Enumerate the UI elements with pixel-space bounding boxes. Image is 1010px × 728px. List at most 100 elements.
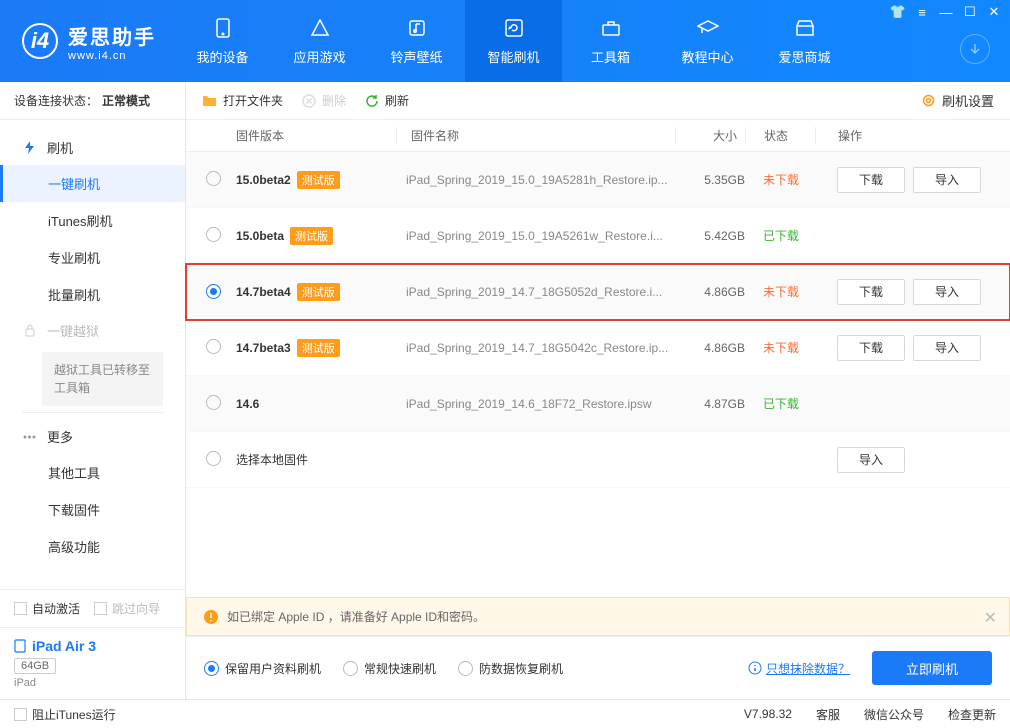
nav-smart-flash[interactable]: 智能刷机 <box>465 0 562 82</box>
more-icon <box>22 429 37 444</box>
col-status-header: 状态 <box>745 127 815 144</box>
nav-tutorials[interactable]: 教程中心 <box>659 0 756 82</box>
refresh-button[interactable]: 刷新 <box>364 92 409 109</box>
sidebar-item-advanced[interactable]: 高级功能 <box>0 528 185 565</box>
sidebar-group-more[interactable]: 更多 <box>0 419 185 454</box>
firmware-size: 5.35GB <box>675 173 745 187</box>
music-icon <box>406 17 428 39</box>
firmware-status: 未下载 <box>745 283 815 300</box>
sidebar-item-pro[interactable]: 专业刷机 <box>0 239 185 276</box>
brand-logo: i4 爱思助手 www.i4.cn <box>0 21 174 62</box>
sidebar-options-row: 自动激活 跳过向导 <box>0 590 185 628</box>
firmware-size: 5.42GB <box>675 229 745 243</box>
open-folder-button[interactable]: 打开文件夹 <box>202 92 283 109</box>
firmware-status: 未下载 <box>745 339 815 356</box>
download-button[interactable]: 下载 <box>837 167 905 193</box>
firmware-row[interactable]: 14.7beta4测试版 iPad_Spring_2019_14.7_18G50… <box>186 264 1010 320</box>
firmware-status: 已下载 <box>745 395 815 412</box>
folder-icon <box>202 93 217 108</box>
download-button[interactable]: 下载 <box>837 279 905 305</box>
window-maximize-icon[interactable]: ☐ <box>962 4 978 20</box>
firmware-version: 15.0beta <box>236 229 284 243</box>
gear-icon <box>921 93 936 108</box>
import-button[interactable]: 导入 <box>837 447 905 473</box>
download-manager-button[interactable] <box>960 34 990 64</box>
block-itunes-checkbox[interactable]: 阻止iTunes运行 <box>14 706 116 723</box>
footer-wechat-link[interactable]: 微信公众号 <box>864 706 924 723</box>
firmware-filename: iPad_Spring_2019_15.0_19A5281h_Restore.i… <box>396 173 675 187</box>
apps-icon <box>309 17 331 39</box>
sidebar-group-jailbreak: 一键越狱 <box>0 313 185 348</box>
footer-service-link[interactable]: 客服 <box>816 706 840 723</box>
window-minimize-icon[interactable]: — <box>938 4 954 20</box>
brand-url: www.i4.cn <box>68 50 156 62</box>
radio-icon <box>458 661 473 676</box>
row-radio[interactable] <box>206 339 221 354</box>
firmware-row[interactable]: 14.7beta3测试版 iPad_Spring_2019_14.7_18G50… <box>186 320 1010 376</box>
firmware-row[interactable]: 14.6 iPad_Spring_2019_14.6_18F72_Restore… <box>186 376 1010 432</box>
firmware-filename: iPad_Spring_2019_14.6_18F72_Restore.ipsw <box>396 397 675 411</box>
nav-store[interactable]: 爱思商城 <box>756 0 853 82</box>
brand-name: 爱思助手 <box>68 21 156 50</box>
firmware-row[interactable]: 15.0beta 测试版 iPad_Spring_2019_15.0_19A526… <box>186 208 1010 264</box>
firmware-filename: iPad_Spring_2019_15.0_19A5261w_Restore.i… <box>396 229 675 243</box>
firmware-version: 14.7beta3 <box>236 341 291 355</box>
sidebar-item-itunes[interactable]: iTunes刷机 <box>0 202 185 239</box>
flash-settings-button[interactable]: 刷机设置 <box>921 91 994 110</box>
download-button[interactable]: 下载 <box>837 335 905 361</box>
wipe-data-link[interactable]: 只想抹除数据？ <box>748 660 850 677</box>
footer-update-link[interactable]: 检查更新 <box>948 706 996 723</box>
nav-app-games[interactable]: 应用游戏 <box>271 0 368 82</box>
firmware-filename: iPad_Spring_2019_14.7_18G5042c_Restore.i… <box>396 341 675 355</box>
nav-ringtones[interactable]: 铃声壁纸 <box>368 0 465 82</box>
window-menu-icon[interactable]: ≡ <box>914 4 930 20</box>
skip-guide-checkbox[interactable]: 跳过向导 <box>94 600 160 617</box>
sidebar-item-batch[interactable]: 批量刷机 <box>0 276 185 313</box>
beta-badge: 测试版 <box>290 227 333 245</box>
window-shirt-icon[interactable]: 👕 <box>890 4 906 20</box>
radio-icon <box>343 661 358 676</box>
connection-status: 设备连接状态： 正常模式 <box>0 82 185 120</box>
import-button[interactable]: 导入 <box>913 335 981 361</box>
firmware-size: 4.87GB <box>675 397 745 411</box>
table-header: 固件版本 固件名称 大小 状态 操作 <box>186 120 1010 152</box>
row-radio[interactable] <box>206 395 221 410</box>
nav-toolbox[interactable]: 工具箱 <box>562 0 659 82</box>
firmware-version: 14.7beta4 <box>236 285 291 299</box>
sidebar-group-flash[interactable]: 刷机 <box>0 130 185 165</box>
import-button[interactable]: 导入 <box>913 279 981 305</box>
firmware-size: 4.86GB <box>675 341 745 355</box>
flash-now-button[interactable]: 立即刷机 <box>872 651 992 685</box>
sidebar: 设备连接状态： 正常模式 刷机 一键刷机 iTunes刷机 专业刷机 批量刷机 … <box>0 82 186 699</box>
info-icon <box>748 661 762 675</box>
device-name[interactable]: iPad Air 3 <box>14 638 171 654</box>
import-button[interactable]: 导入 <box>913 167 981 193</box>
lock-icon <box>22 323 37 338</box>
nav-my-device[interactable]: 我的设备 <box>174 0 271 82</box>
window-close-icon[interactable]: ✕ <box>986 4 1002 20</box>
firmware-row[interactable]: 15.0beta2测试版 iPad_Spring_2019_15.0_19A52… <box>186 152 1010 208</box>
sidebar-item-oneclick[interactable]: 一键刷机 <box>0 165 185 202</box>
flash-options-row: 保留用户资料刷机 常规快速刷机 防数据恢复刷机 只想抹除数据？ 立即刷机 <box>186 636 1010 699</box>
sidebar-item-other-tools[interactable]: 其他工具 <box>0 454 185 491</box>
row-radio[interactable] <box>206 284 221 299</box>
app-version: V7.98.32 <box>744 707 792 721</box>
col-action-header: 操作 <box>815 127 990 144</box>
auto-activate-checkbox[interactable]: 自动激活 <box>14 600 80 617</box>
app-header: i4 爱思助手 www.i4.cn 我的设备 应用游戏 铃声壁纸 智能刷机 工具… <box>0 0 1010 82</box>
sidebar-item-download-fw[interactable]: 下载固件 <box>0 491 185 528</box>
firmware-version: 15.0beta2 <box>236 173 291 187</box>
row-radio[interactable] <box>206 171 221 186</box>
firmware-version: 14.6 <box>236 397 259 411</box>
tablet-icon <box>14 639 26 653</box>
row-radio[interactable] <box>206 451 221 466</box>
option-keep-data[interactable]: 保留用户资料刷机 <box>204 660 321 677</box>
warning-close-button[interactable]: ✕ <box>984 608 997 628</box>
jailbreak-notice: 越狱工具已转移至工具箱 <box>42 352 163 406</box>
option-normal[interactable]: 常规快速刷机 <box>343 660 436 677</box>
device-model: iPad <box>14 677 171 689</box>
local-firmware-row[interactable]: 选择本地固件 导入 <box>186 432 1010 488</box>
option-restore[interactable]: 防数据恢复刷机 <box>458 660 563 677</box>
row-radio[interactable] <box>206 227 221 242</box>
warning-bar: 如已绑定 Apple ID ，请准备好 Apple ID和密码。 ✕ <box>186 597 1010 636</box>
